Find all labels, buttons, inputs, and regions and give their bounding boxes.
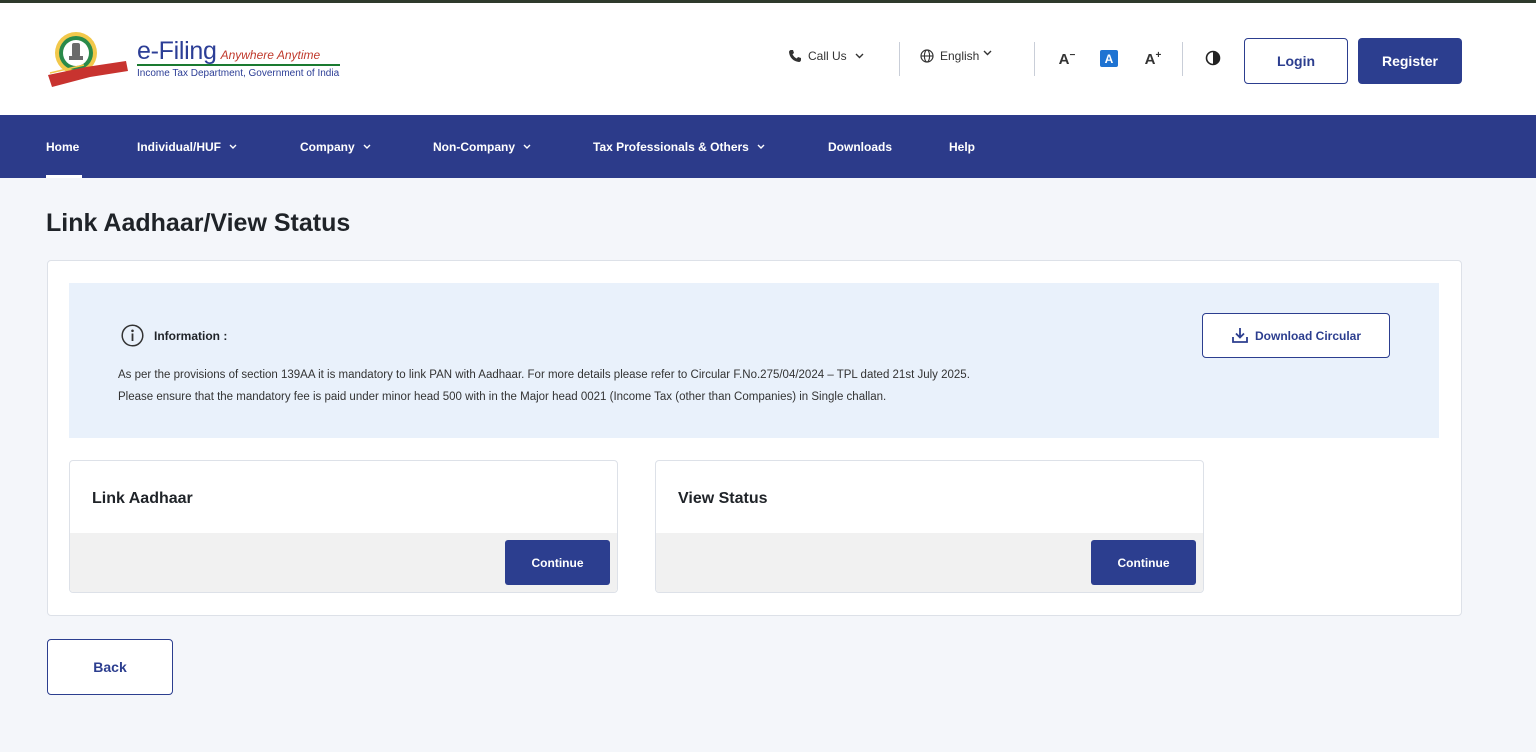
back-button[interactable]: Back xyxy=(47,639,173,695)
information-text-line: Please ensure that the mandatory fee is … xyxy=(118,391,887,403)
chevron-down-icon xyxy=(983,50,992,56)
nav-item-help[interactable]: Help xyxy=(949,115,975,178)
view-status-continue-button[interactable]: Continue xyxy=(1091,540,1196,585)
information-text-line: As per the provisions of section 139AA i… xyxy=(118,369,970,381)
font-default-button[interactable]: A xyxy=(1100,50,1118,67)
header-divider xyxy=(1182,42,1183,76)
call-us-dropdown[interactable]: Call Us xyxy=(788,49,864,63)
tile-footer: Continue xyxy=(70,533,617,592)
font-decrease-label: A xyxy=(1058,50,1070,68)
information-panel xyxy=(69,283,1439,438)
tile-title: View Status xyxy=(678,490,768,507)
font-increase-button[interactable]: A + xyxy=(1142,49,1164,69)
page-title: Link Aadhaar/View Status xyxy=(46,209,351,237)
download-circular-button[interactable]: Download Circular xyxy=(1202,313,1390,358)
font-decrease-button[interactable]: A − xyxy=(1057,49,1077,69)
nav-item-label: Downloads xyxy=(828,139,893,154)
logo-tagline: Anywhere Anytime xyxy=(220,48,321,62)
chevron-down-icon xyxy=(229,144,237,149)
main-navigation: Home Individual/HUF Company Non-Company … xyxy=(0,115,1536,178)
contrast-toggle-icon[interactable] xyxy=(1205,50,1221,66)
font-default-label: A xyxy=(1104,51,1114,66)
site-header: e-Filing Anywhere Anytime Income Tax Dep… xyxy=(0,3,1536,115)
information-heading: Information : xyxy=(121,324,227,347)
chevron-down-icon xyxy=(523,144,531,149)
view-status-tile: View Status Continue xyxy=(655,460,1204,593)
tile-footer: Continue xyxy=(656,533,1203,592)
logo-subtitle: Income Tax Department, Government of Ind… xyxy=(137,68,340,79)
nav-item-non-company[interactable]: Non-Company xyxy=(433,115,531,178)
header-divider xyxy=(899,42,900,76)
info-icon xyxy=(121,324,144,347)
download-circular-label: Download Circular xyxy=(1254,328,1361,343)
chevron-down-icon xyxy=(363,144,371,149)
nav-item-label: Tax Professionals & Others xyxy=(593,139,749,154)
logo-divider xyxy=(137,64,340,66)
header-divider xyxy=(1034,42,1035,76)
call-us-label: Call Us xyxy=(808,49,847,63)
font-increase-label: A xyxy=(1144,50,1156,68)
nav-active-indicator xyxy=(46,175,82,178)
nav-item-label: Help xyxy=(949,139,976,154)
logo-main-text: e-Filing xyxy=(137,37,217,65)
nav-item-individual-huf[interactable]: Individual/HUF xyxy=(137,115,237,178)
minus-icon: − xyxy=(1069,49,1076,61)
nav-item-company[interactable]: Company xyxy=(300,115,371,178)
income-tax-emblem-icon[interactable] xyxy=(46,29,130,89)
tile-title: Link Aadhaar xyxy=(92,490,193,507)
nav-item-label: Individual/HUF xyxy=(137,139,221,154)
language-dropdown[interactable]: English xyxy=(920,49,992,63)
register-button[interactable]: Register xyxy=(1358,38,1462,84)
chevron-down-icon xyxy=(855,53,864,59)
link-aadhaar-continue-button[interactable]: Continue xyxy=(505,540,610,585)
link-aadhaar-tile: Link Aadhaar Continue xyxy=(69,460,618,593)
nav-item-home[interactable]: Home xyxy=(46,115,79,178)
phone-icon xyxy=(789,50,801,62)
nav-item-label: Home xyxy=(46,139,80,154)
information-heading-label: Information : xyxy=(154,328,228,343)
nav-item-downloads[interactable]: Downloads xyxy=(828,115,892,178)
login-button[interactable]: Login xyxy=(1244,38,1348,84)
nav-item-label: Company xyxy=(300,139,355,154)
globe-icon xyxy=(920,49,934,63)
nav-item-label: Non-Company xyxy=(433,139,515,154)
logo-title[interactable]: e-Filing Anywhere Anytime xyxy=(137,37,320,67)
language-label: English xyxy=(940,49,980,63)
chevron-down-icon xyxy=(757,144,765,149)
nav-item-tax-professionals[interactable]: Tax Professionals & Others xyxy=(593,115,765,178)
plus-icon: + xyxy=(1155,49,1162,61)
download-icon xyxy=(1232,328,1248,343)
